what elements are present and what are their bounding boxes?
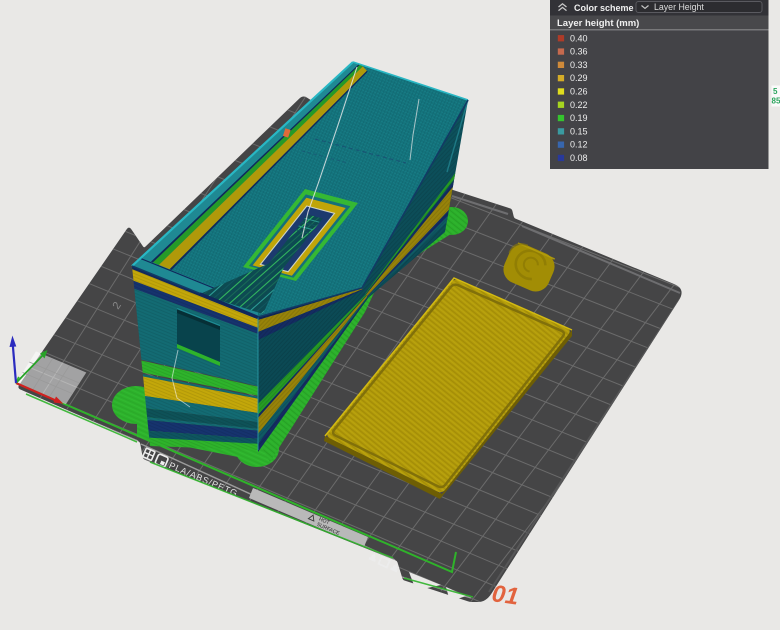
- svg-text:5: 5: [773, 87, 778, 96]
- svg-text:85: 85: [772, 97, 780, 106]
- svg-text:0.40: 0.40: [570, 33, 588, 43]
- svg-text:0.36: 0.36: [570, 47, 588, 57]
- svg-text:Layer height (mm): Layer height (mm): [557, 18, 639, 29]
- svg-text:0.26: 0.26: [570, 87, 588, 97]
- svg-text:Color scheme: Color scheme: [574, 3, 634, 13]
- svg-text:0.33: 0.33: [570, 60, 588, 70]
- svg-text:0.12: 0.12: [570, 140, 588, 150]
- svg-text:0.08: 0.08: [570, 153, 588, 163]
- svg-text:0.15: 0.15: [570, 126, 588, 136]
- svg-text:0.29: 0.29: [570, 73, 588, 83]
- svg-text:Layer Height: Layer Height: [654, 2, 704, 12]
- svg-text:0.22: 0.22: [570, 100, 588, 110]
- svg-text:01: 01: [490, 580, 520, 610]
- svg-text:0.19: 0.19: [570, 113, 588, 123]
